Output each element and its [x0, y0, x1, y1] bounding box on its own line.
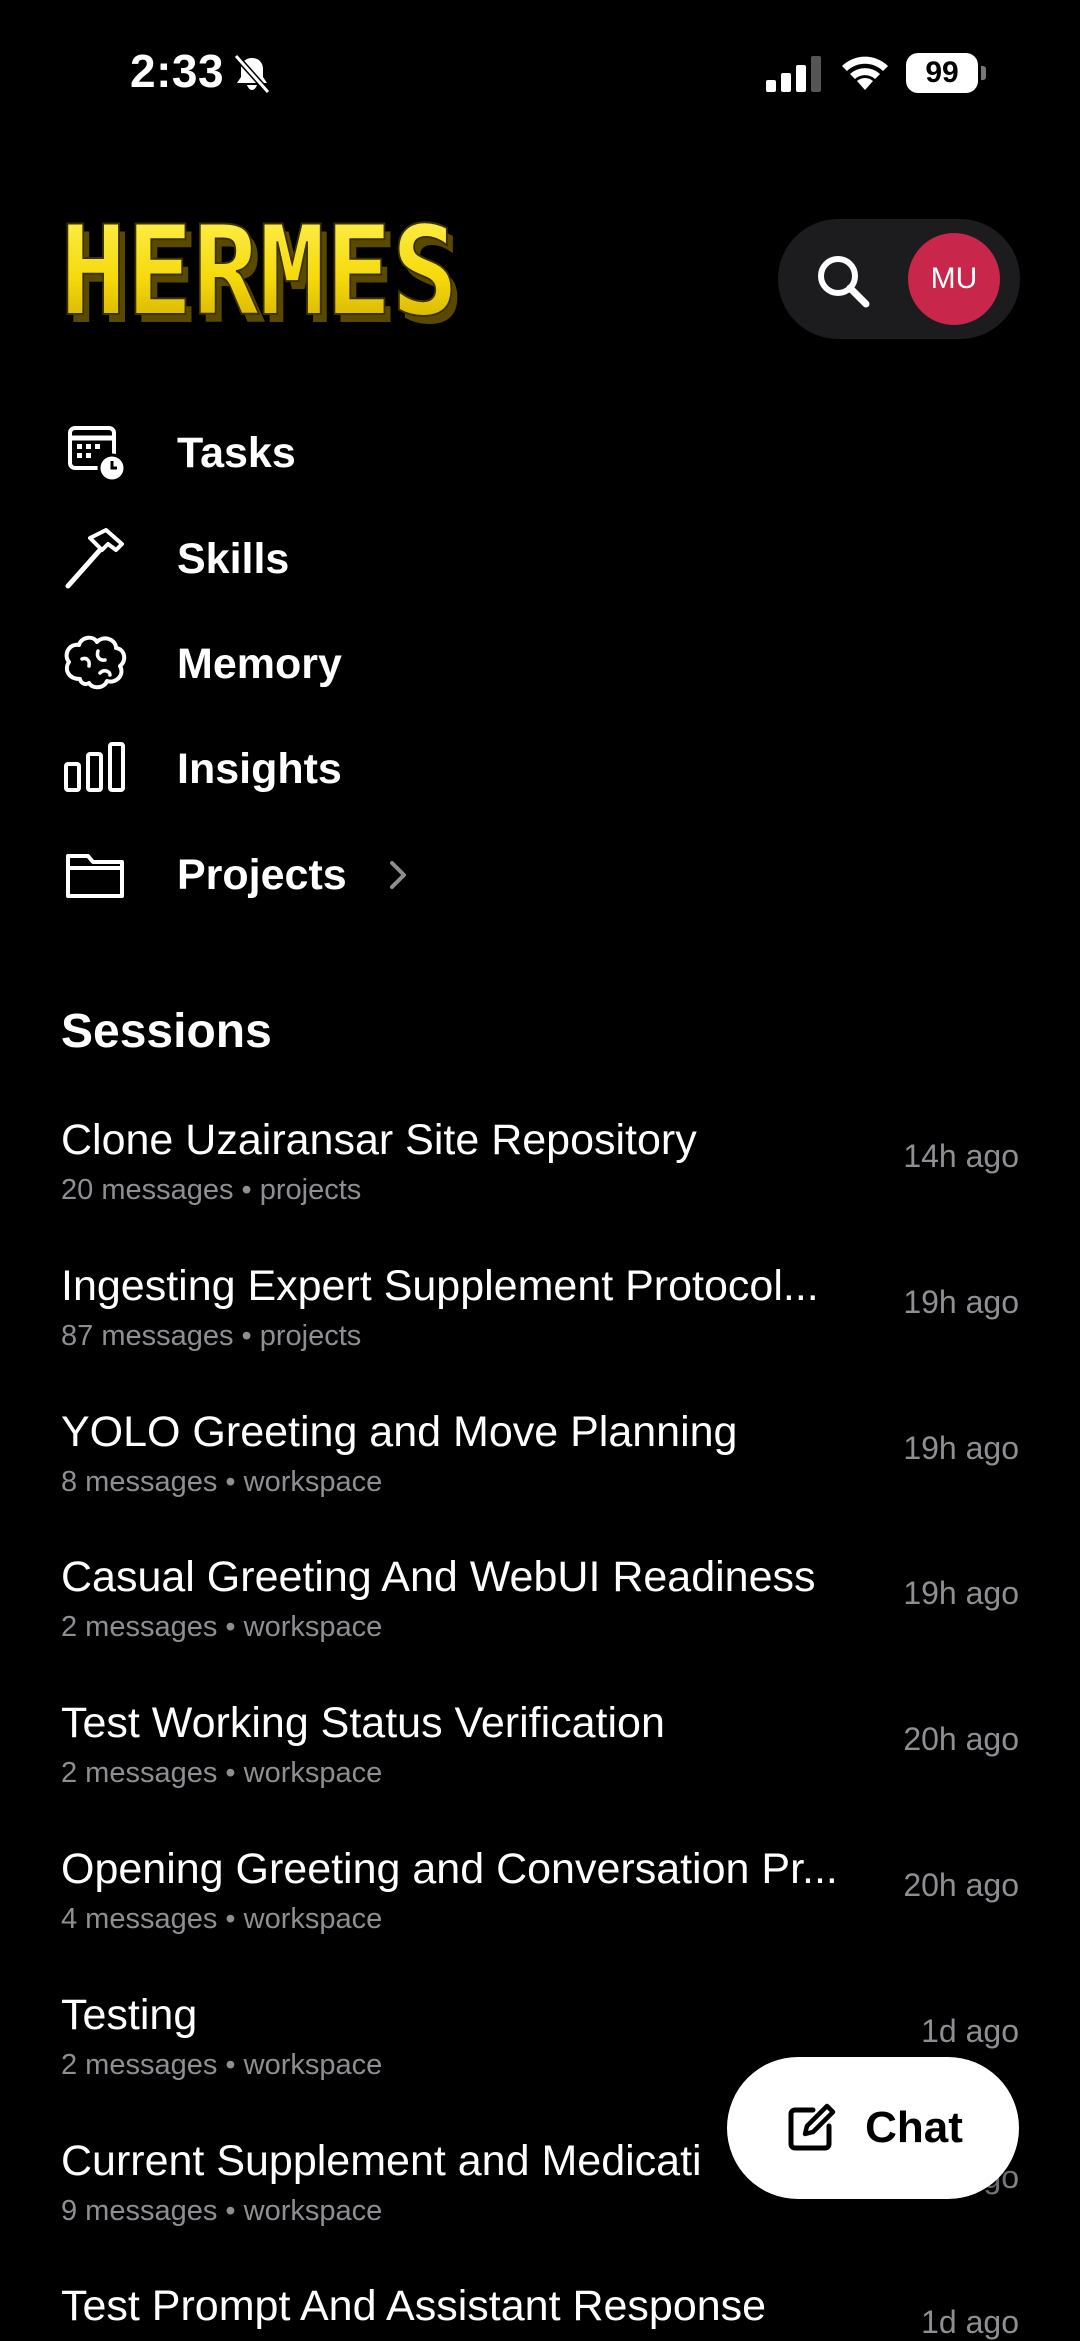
header-actions: MU	[778, 219, 1020, 339]
nav-item-memory[interactable]: Memory	[0, 616, 700, 712]
status-bar: 2:33 99	[0, 0, 1080, 150]
session-item[interactable]: Casual Greeting And WebUI Readiness 2 me…	[0, 1553, 1080, 1699]
session-item[interactable]: YOLO Greeting and Move Planning 8 messag…	[0, 1408, 1080, 1554]
battery-level: 99	[906, 53, 978, 93]
nav-label-skills: Skills	[177, 534, 290, 583]
session-title: Ingesting Expert Supplement Protocol...	[61, 1262, 819, 1310]
session-time: 19h ago	[903, 1575, 1019, 1611]
session-item[interactable]: Test Working Status Verification 2 messa…	[0, 1699, 1080, 1845]
session-meta: 20 messages • projects	[61, 1174, 362, 1206]
compose-icon	[788, 2103, 836, 2151]
wifi-icon	[842, 56, 888, 90]
nav-label-tasks: Tasks	[177, 428, 296, 477]
session-title: Casual Greeting And WebUI Readiness	[61, 1553, 816, 1601]
session-title: Clone Uzairansar Site Repository	[61, 1116, 697, 1164]
avatar[interactable]: MU	[908, 233, 1000, 325]
search-icon[interactable]	[814, 252, 872, 310]
hammer-icon	[65, 528, 124, 589]
bar-chart-icon	[64, 742, 125, 792]
screen: 2:33 99 HERMES HERMES MU Tasks Skills Me…	[0, 0, 1080, 2341]
chevron-right-icon	[390, 861, 406, 889]
session-meta: 4 messages • workspace	[61, 1903, 383, 1935]
session-meta: 2 messages • workspace	[61, 1757, 383, 1789]
session-meta: 2 messages • workspace	[61, 2049, 383, 2081]
session-meta: 87 messages • projects	[61, 1320, 362, 1352]
session-title: YOLO Greeting and Move Planning	[61, 1408, 738, 1456]
battery-indicator: 99	[906, 53, 986, 93]
nav-item-insights[interactable]: Insights	[0, 721, 700, 817]
nav-label-insights: Insights	[177, 744, 342, 793]
session-item[interactable]: Clone Uzairansar Site Repository 20 mess…	[0, 1116, 1080, 1262]
session-item[interactable]: Test Prompt And Assistant Response 1d ag…	[0, 2282, 1080, 2341]
nav-item-tasks[interactable]: Tasks	[0, 405, 700, 501]
nav-item-projects[interactable]: Projects	[0, 827, 700, 923]
nav-label-projects: Projects	[177, 850, 347, 899]
battery-tip	[981, 66, 986, 80]
chat-button-label: Chat	[865, 2103, 963, 2152]
new-chat-button[interactable]: Chat	[727, 2057, 1019, 2199]
logo-text: HERMES	[60, 210, 458, 340]
session-time: 1d ago	[921, 2304, 1019, 2340]
session-meta: 2 messages • workspace	[61, 1611, 383, 1643]
session-time: 19h ago	[903, 1430, 1019, 1466]
session-meta: 9 messages • workspace	[61, 2195, 383, 2227]
session-item[interactable]: Ingesting Expert Supplement Protocol... …	[0, 1262, 1080, 1408]
folder-icon	[66, 854, 124, 898]
cellular-signal-icon	[766, 56, 821, 92]
session-time: 20h ago	[903, 1721, 1019, 1757]
brain-icon	[64, 635, 127, 690]
status-time: 2:33	[130, 45, 225, 97]
avatar-initials: MU	[930, 262, 978, 295]
nav-label-memory: Memory	[177, 639, 342, 688]
sessions-heading: Sessions	[61, 1005, 272, 1058]
session-item[interactable]: Opening Greeting and Conversation Pr... …	[0, 1845, 1080, 1991]
session-title: Testing	[61, 1991, 198, 2039]
session-meta: 8 messages • workspace	[61, 1466, 383, 1498]
hermes-logo: HERMES HERMES	[60, 210, 464, 340]
session-title: Test Working Status Verification	[61, 1699, 665, 1747]
session-title: Opening Greeting and Conversation Pr...	[61, 1845, 838, 1893]
calendar-clock-icon	[68, 426, 127, 483]
nav-item-skills[interactable]: Skills	[0, 511, 700, 607]
session-time: 14h ago	[903, 1138, 1019, 1174]
session-title: Test Prompt And Assistant Response	[61, 2282, 767, 2330]
session-time: 1d ago	[921, 2013, 1019, 2049]
bell-slash-icon	[233, 54, 271, 94]
session-time: 19h ago	[903, 1284, 1019, 1320]
session-time: 20h ago	[903, 1867, 1019, 1903]
